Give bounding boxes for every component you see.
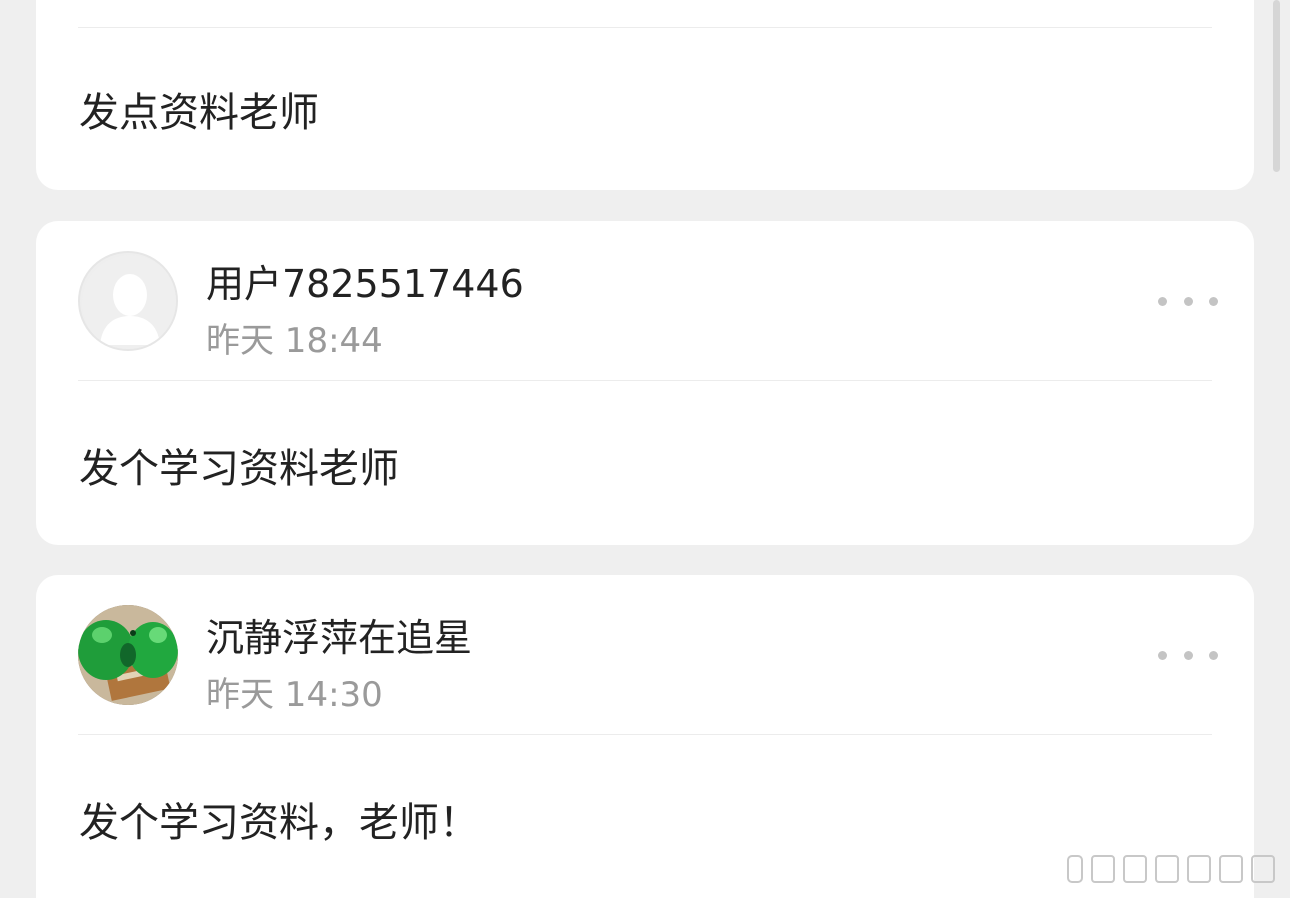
comment-card: 用户7825517446 昨天 18:44 发个学习资料老师	[36, 221, 1254, 545]
timestamp: 昨天 14:30	[206, 675, 383, 715]
more-dots-icon	[1158, 650, 1167, 660]
more-dots-icon	[1158, 296, 1167, 306]
more-options-button[interactable]	[1158, 640, 1218, 670]
timestamp: 昨天 18:44	[206, 321, 383, 361]
green-toy-photo	[78, 605, 178, 705]
watermark-logo	[1067, 855, 1275, 883]
avatar[interactable]	[78, 251, 178, 351]
avatar[interactable]	[78, 605, 178, 705]
comment-text: 发点资料老师	[79, 90, 319, 136]
comment-text: 发个学习资料，老师！	[79, 800, 479, 846]
more-options-button[interactable]	[1158, 286, 1218, 316]
divider	[78, 734, 1212, 735]
comment-card: 发点资料老师	[36, 0, 1254, 190]
username[interactable]: 用户7825517446	[206, 253, 524, 308]
divider	[78, 380, 1212, 381]
scrollbar[interactable]	[1273, 0, 1280, 172]
default-avatar-icon	[82, 255, 176, 349]
comment-text: 发个学习资料老师	[79, 446, 399, 492]
divider	[78, 27, 1212, 28]
comment-card: 沉静浮萍在追星 昨天 14:30 发个学习资料，老师！	[36, 575, 1254, 898]
username[interactable]: 沉静浮萍在追星	[206, 607, 472, 662]
comments-page: 发点资料老师 用户7825517446 昨天 18:44 发个学习资料老师 沉静…	[0, 0, 1290, 898]
